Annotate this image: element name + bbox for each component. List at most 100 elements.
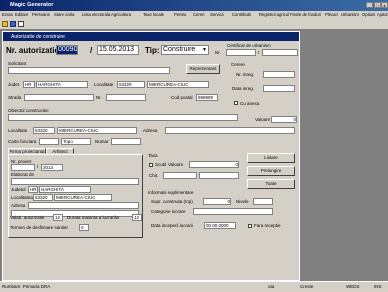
nr-proiect-input[interactable] <box>11 164 35 171</box>
menu-item[interactable]: Editare <box>15 12 28 17</box>
obiectul-label: Obiectul constructiei <box>8 108 49 113</box>
valab-input[interactable]: 12 <box>53 214 63 221</box>
app-titlebar: Magic Generator _ □ x <box>0 0 388 11</box>
elaborat-input[interactable] <box>11 178 139 185</box>
menu-item[interactable]: Urbanism <box>341 12 359 17</box>
carte-funciara-input[interactable] <box>39 138 59 145</box>
menu-item[interactable]: Persoane <box>32 12 50 17</box>
folder-icon[interactable] <box>2 21 8 27</box>
judetul-code-input[interactable]: HR <box>28 186 38 193</box>
localitatea-name-input[interactable]: MIERCUREA-CIUC <box>54 194 112 201</box>
judet-name-input[interactable]: HARGHITA <box>36 81 88 88</box>
menu-item[interactable]: Agricultura <box>111 12 131 17</box>
info-label: Informatii suplimentare <box>148 190 194 195</box>
status-mid2: Creste <box>300 284 314 289</box>
topo-select-value: Topo <box>63 139 73 144</box>
localitatea-code-input[interactable]: 53320 <box>33 194 53 201</box>
cu-anexa-checkbox[interactable] <box>234 101 238 105</box>
proiect-year-input[interactable]: 2013 <box>41 164 63 171</box>
status-right2: INS <box>374 284 382 289</box>
numar-input[interactable] <box>111 138 141 145</box>
print-icon[interactable] <box>18 21 24 27</box>
judet-code-input[interactable]: HR <box>23 81 35 88</box>
localitate-code-input[interactable]: 53320 <box>117 81 145 88</box>
tip-label: Tip: <box>145 46 160 55</box>
date-input[interactable]: 15.05.2013 <box>97 45 139 55</box>
prelungire-button[interactable]: Prelungire <box>247 166 295 176</box>
valoare2-label: Valoare <box>168 162 184 167</box>
localitate2-code-input[interactable]: 53320 <box>33 127 55 134</box>
carte-funciara-label: Carte funciara <box>8 139 37 144</box>
toolbar <box>0 19 388 29</box>
nr-autorizatie-label: Nr. autorizatie: <box>6 46 62 55</box>
nr-autorizatie-input[interactable]: 00090 <box>56 45 78 55</box>
chit-input[interactable] <box>163 172 197 179</box>
save-icon[interactable] <box>10 21 16 27</box>
menu-item[interactable]: Registrul agricol <box>259 12 289 17</box>
data-inreg-input[interactable] <box>263 85 295 92</box>
menu-item[interactable]: Cereri <box>193 12 204 17</box>
judet-label: Judet <box>8 82 20 87</box>
categorie-input[interactable] <box>193 208 273 215</box>
menu-item[interactable]: Ecran <box>2 12 13 17</box>
menu-item[interactable]: Ajutor <box>377 12 388 17</box>
status-right1: WEDS <box>346 284 360 289</box>
termen-input[interactable]: 0 <box>79 224 89 231</box>
cert-label: Certificat de urbanism <box>227 43 271 48</box>
valoare-input[interactable]: 0 <box>271 116 297 123</box>
menu-item[interactable]: Pentru <box>174 12 186 17</box>
adresa-input[interactable] <box>165 127 295 134</box>
menu-item[interactable]: Contributii <box>232 12 251 17</box>
fara-receptie-checkbox[interactable] <box>248 224 252 228</box>
menu-item[interactable]: Stare civila <box>54 12 74 17</box>
strada-input[interactable] <box>24 94 94 101</box>
listare-button[interactable]: Listare <box>247 153 295 163</box>
cod-postal-input[interactable]: 999999 <box>196 94 218 101</box>
close-icon[interactable]: x <box>381 2 388 8</box>
localitatea-label: Localitatea <box>11 195 33 200</box>
elaborat-label: Elaborat de <box>11 172 35 177</box>
menu-item[interactable]: Optiuni <box>362 12 375 17</box>
chit-label: Chit. <box>149 173 159 178</box>
data-inceperii-input[interactable]: 00.00.0000 <box>204 222 236 229</box>
termen-label: Termen de desfiintare santier <box>10 225 69 230</box>
dialog-title: Autorizatie de construire <box>11 33 65 40</box>
supr-input[interactable]: 0 <box>203 198 231 205</box>
tip-select-value: Construire <box>163 46 196 53</box>
localitate-label: Localitate <box>94 82 114 87</box>
nivele-input[interactable] <box>253 198 273 205</box>
menu-item[interactable]: Lista electorala <box>82 12 110 17</box>
localitate2-name-input[interactable]: MIERCUREA-CIUC <box>57 127 137 134</box>
valab-label: Valab. autorizatie <box>10 215 45 220</box>
toate-button[interactable]: Toate <box>247 179 295 189</box>
nivele-label: Nivele <box>236 199 249 204</box>
localitate-name-input[interactable]: MIERCUREA-CIUC <box>147 81 209 88</box>
nr-street-input[interactable] <box>106 94 146 101</box>
menu-item[interactable]: Taxe locale <box>143 12 164 17</box>
adresa2-input[interactable] <box>28 202 139 209</box>
menu-item[interactable]: Plecari <box>325 12 338 17</box>
durata-label: Durata maxima a lucrarilor <box>67 215 120 220</box>
judetul-name-input[interactable]: HARGHITA <box>39 186 91 193</box>
cert-date-input[interactable] <box>262 49 298 56</box>
minimize-icon[interactable]: _ <box>366 2 373 8</box>
topo-select[interactable]: Topo <box>61 138 91 145</box>
obiectul-input[interactable] <box>8 114 238 121</box>
strada-label: Strada <box>8 95 22 100</box>
scutit-checkbox[interactable] <box>149 163 153 167</box>
maximize-icon[interactable]: □ <box>374 2 381 8</box>
cert-slash: / <box>258 50 260 55</box>
chit-date-input[interactable] <box>199 172 239 179</box>
durata-input[interactable]: 12 <box>132 214 142 221</box>
cert-nr-input[interactable] <box>226 49 256 56</box>
solicitant-input[interactable] <box>8 67 170 74</box>
nr-inreg-input[interactable] <box>263 71 295 78</box>
localitate2-label: Localitate <box>8 128 28 133</box>
menu-bar: Ecran Editare Persoane Stare civila List… <box>0 11 388 19</box>
reprezentant-button[interactable]: Reprezentant <box>186 64 220 74</box>
valoare2-input[interactable]: 0 <box>189 161 239 168</box>
tip-select[interactable]: Construire ▼ <box>161 45 209 55</box>
adresa2-label: Adresa <box>11 203 26 208</box>
menu-item[interactable]: Fisele de fonduri <box>290 12 321 17</box>
menu-item[interactable]: Servicii <box>210 12 224 17</box>
